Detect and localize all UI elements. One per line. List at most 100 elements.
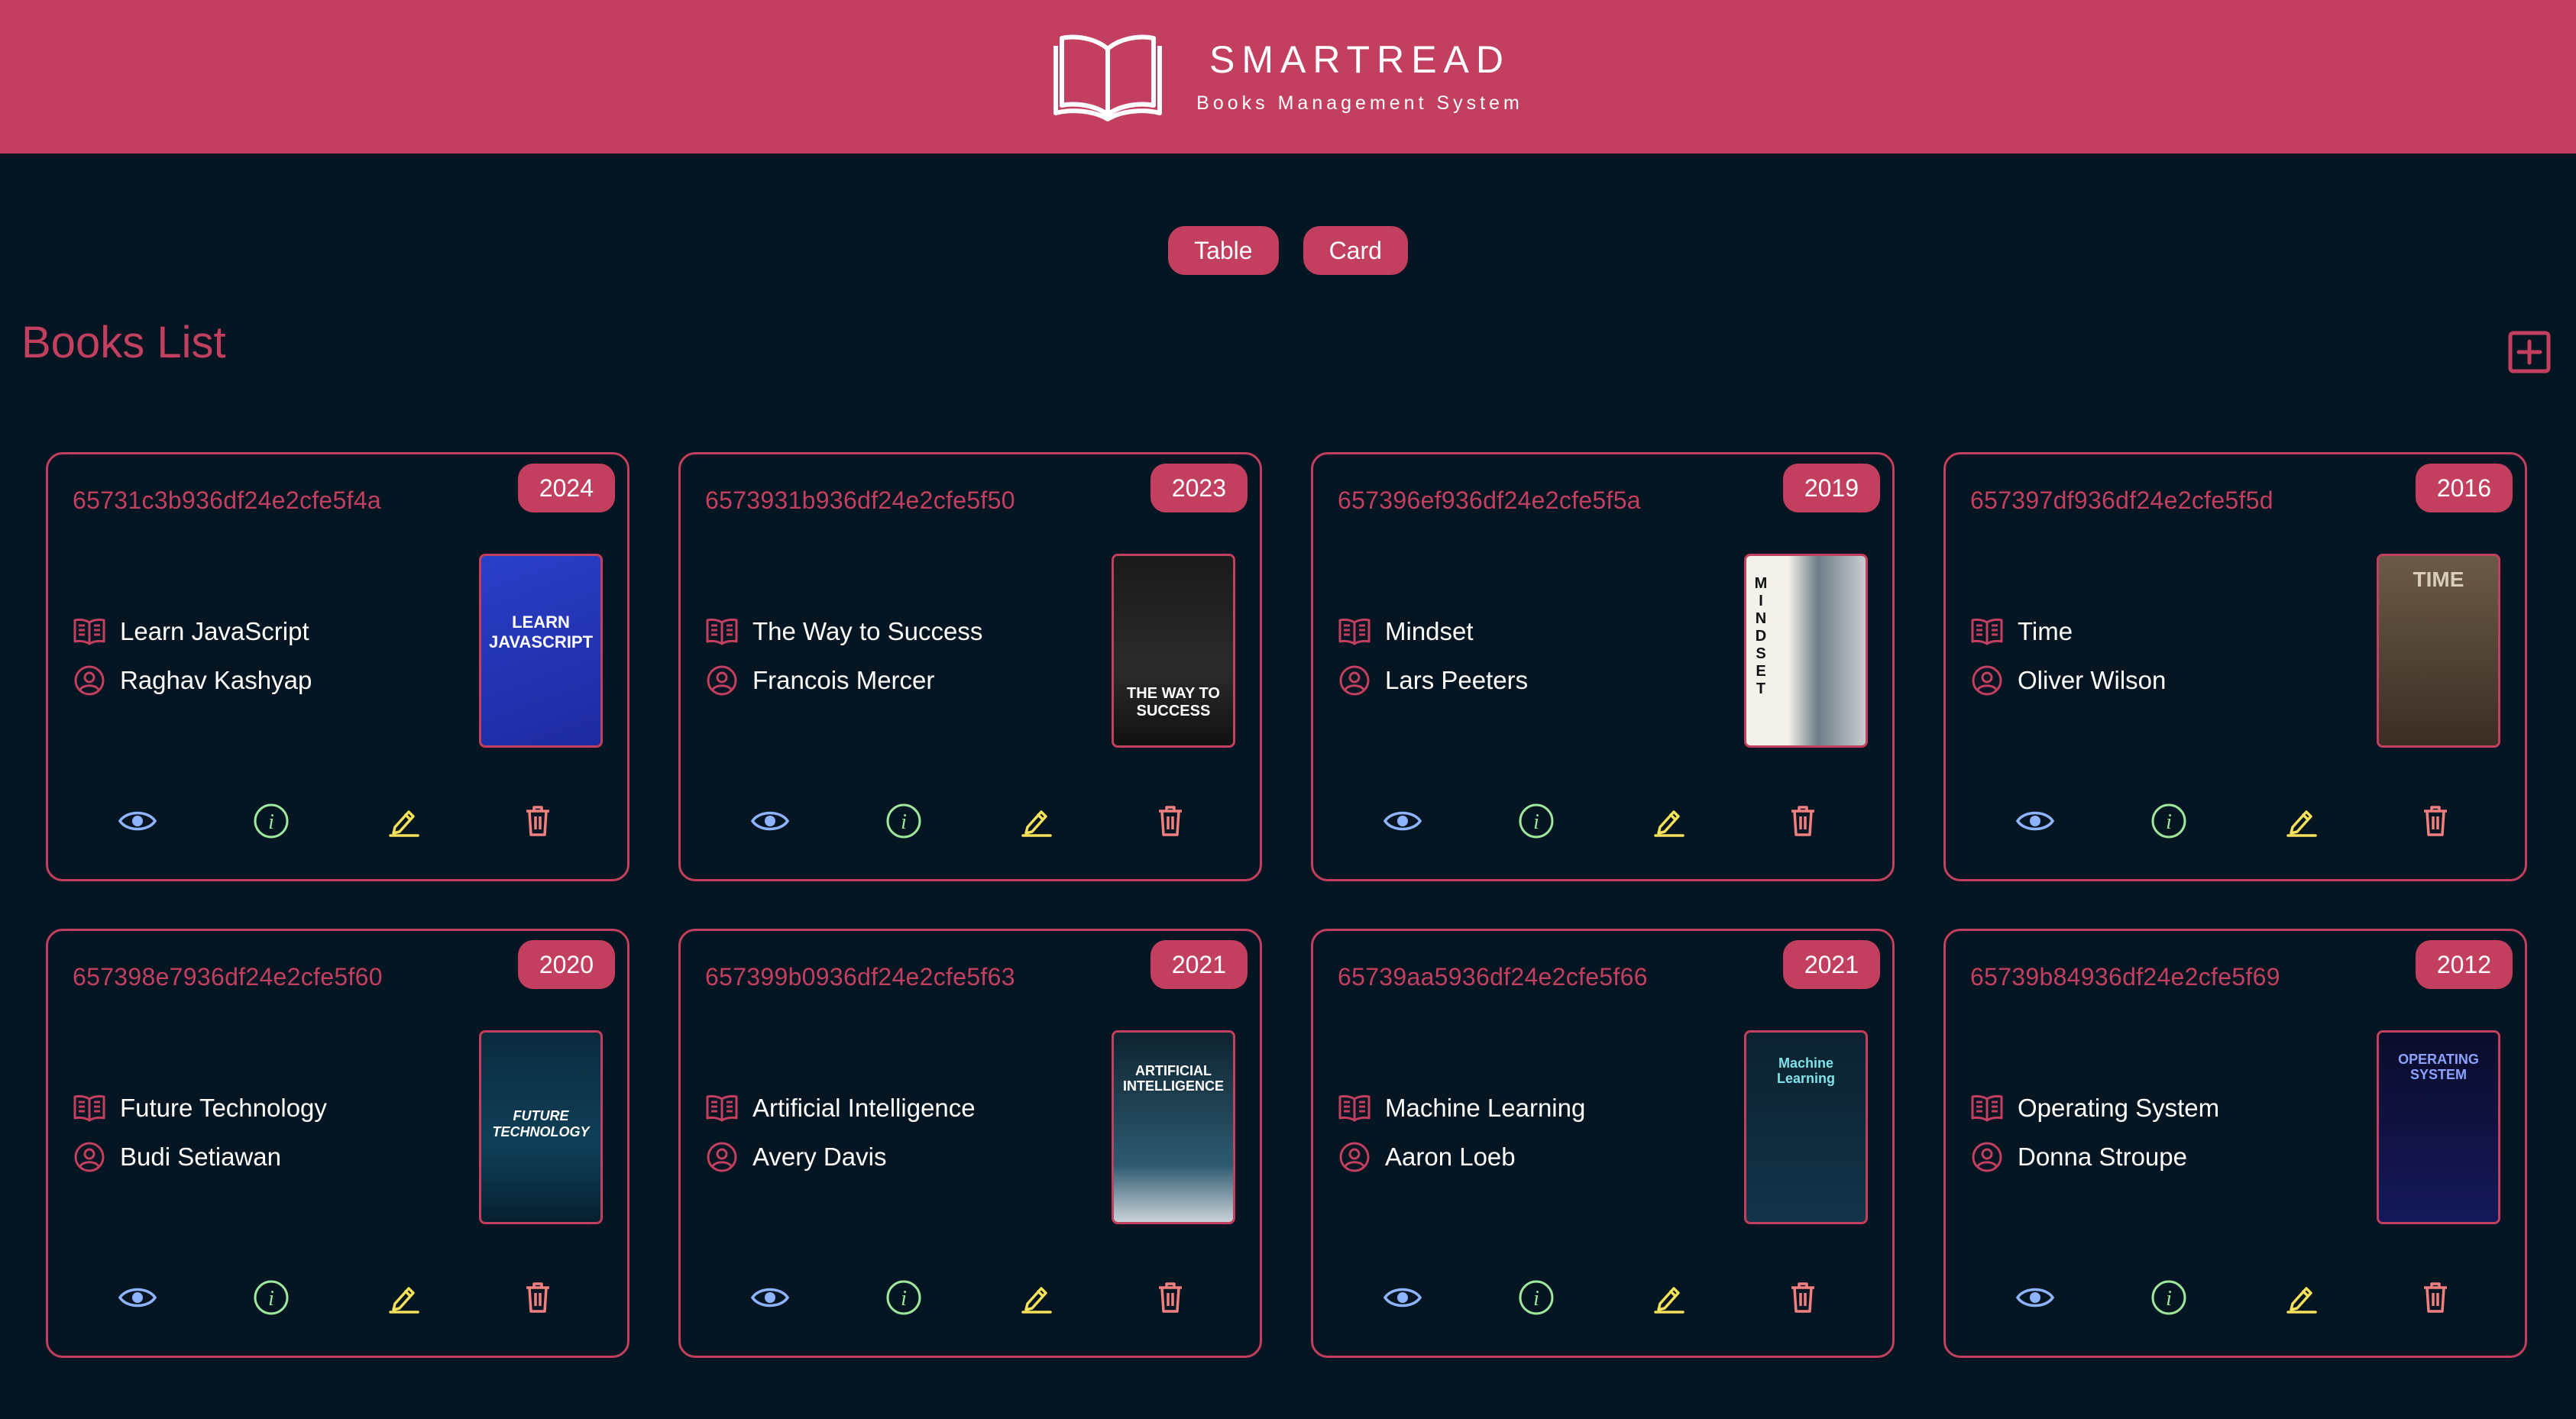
user-circle-icon xyxy=(1338,664,1371,697)
book-author-row: Oliver Wilson xyxy=(1970,656,2166,705)
delete-button[interactable] xyxy=(2411,1273,2460,1322)
delete-button[interactable] xyxy=(1146,1273,1195,1322)
book-title: The Way to Success xyxy=(752,617,983,645)
book-card: 2016 657397df936df24e2cfe5f5d Time Olive… xyxy=(1943,452,2527,881)
publish-year-badge: 2024 xyxy=(517,464,615,512)
pencil-icon xyxy=(2286,1287,2317,1314)
info-button[interactable]: i xyxy=(879,797,928,845)
card-actions: i xyxy=(48,797,627,845)
table-view-button[interactable]: Table xyxy=(1168,226,1279,275)
book-info: Time Oliver Wilson xyxy=(1970,607,2166,705)
info-button[interactable]: i xyxy=(247,797,296,845)
view-button[interactable] xyxy=(1378,1273,1427,1322)
book-icon xyxy=(73,615,106,648)
eye-icon xyxy=(1383,811,1422,831)
eye-icon xyxy=(2016,811,2055,831)
edit-button[interactable] xyxy=(380,797,429,845)
cover-title: ARTIFICIAL INTELLIGENCE xyxy=(1122,1062,1224,1094)
edit-button[interactable] xyxy=(1645,1273,1694,1322)
view-toggle: Table Card xyxy=(0,226,2576,275)
book-icon xyxy=(705,615,739,648)
trash-icon xyxy=(1158,806,1182,836)
cover-title: TIME xyxy=(2413,567,2464,591)
info-button[interactable]: i xyxy=(879,1273,928,1322)
publish-year-badge: 2021 xyxy=(1782,940,1880,989)
book-title-row: Future Technology xyxy=(73,1084,327,1133)
book-title-row: Artificial Intelligence xyxy=(705,1084,976,1133)
card-actions: i xyxy=(1313,797,1892,845)
view-button[interactable] xyxy=(746,797,794,845)
edit-button[interactable] xyxy=(380,1273,429,1322)
info-circle-icon: i xyxy=(2151,803,2186,839)
info-button[interactable]: i xyxy=(1512,797,1561,845)
book-card: 2012 65739b84936df24e2cfe5f69 Operating … xyxy=(1943,929,2527,1358)
view-button[interactable] xyxy=(746,1273,794,1322)
edit-button[interactable] xyxy=(1645,797,1694,845)
view-button[interactable] xyxy=(2011,1273,2060,1322)
publish-year-badge: 2020 xyxy=(517,940,615,989)
add-book-button[interactable] xyxy=(2507,330,2552,374)
book-id: 657397df936df24e2cfe5f5d xyxy=(1970,486,2273,514)
book-cover-image: TIME xyxy=(2377,554,2500,748)
book-info: Mindset Lars Peeters xyxy=(1338,607,1528,705)
card-view-button[interactable]: Card xyxy=(1303,226,1408,275)
eye-icon xyxy=(751,811,790,831)
trash-icon xyxy=(526,1282,549,1313)
pencil-icon xyxy=(389,1287,419,1314)
book-id: 657396ef936df24e2cfe5f5a xyxy=(1338,486,1641,514)
page-title: Books List xyxy=(21,318,226,367)
view-button[interactable] xyxy=(2011,797,2060,845)
book-author: Raghav Kashyap xyxy=(120,666,312,694)
card-actions: i xyxy=(1946,797,2525,845)
brand-text: SMARTREAD Books Management System xyxy=(1196,40,1523,113)
user-circle-icon xyxy=(705,664,739,697)
cover-title: MINDSET xyxy=(1754,574,1771,697)
delete-button[interactable] xyxy=(513,1273,562,1322)
book-id: 65731c3b936df24e2cfe5f4a xyxy=(73,486,382,514)
delete-button[interactable] xyxy=(1778,1273,1827,1322)
pencil-icon xyxy=(1654,810,1684,837)
view-button[interactable] xyxy=(113,797,162,845)
info-button[interactable]: i xyxy=(247,1273,296,1322)
svg-text:i: i xyxy=(2166,1287,2172,1311)
edit-button[interactable] xyxy=(2277,797,2326,845)
trash-icon xyxy=(526,806,549,836)
brand: SMARTREAD Books Management System xyxy=(1053,32,1523,122)
edit-button[interactable] xyxy=(1012,797,1061,845)
book-id: 65739aa5936df24e2cfe5f66 xyxy=(1338,963,1648,991)
book-card: 2021 657399b0936df24e2cfe5f63 Artificial… xyxy=(678,929,1262,1358)
book-cover-image: FUTURE TECHNOLOGY xyxy=(479,1030,603,1224)
info-button[interactable]: i xyxy=(2144,1273,2193,1322)
view-button[interactable] xyxy=(113,1273,162,1322)
cover-title: OPERATING SYSTEM xyxy=(2398,1051,2479,1083)
book-author-row: Aaron Loeb xyxy=(1338,1133,1585,1181)
info-button[interactable]: i xyxy=(2144,797,2193,845)
view-button[interactable] xyxy=(1378,797,1427,845)
book-card: 2023 6573931b936df24e2cfe5f50 The Way to… xyxy=(678,452,1262,881)
user-circle-icon xyxy=(1970,1140,2004,1174)
info-button[interactable]: i xyxy=(1512,1273,1561,1322)
delete-button[interactable] xyxy=(513,797,562,845)
user-circle-icon xyxy=(73,664,106,697)
info-circle-icon: i xyxy=(886,803,921,839)
delete-button[interactable] xyxy=(1778,797,1827,845)
book-author-row: Budi Setiawan xyxy=(73,1133,327,1181)
book-title: Future Technology xyxy=(120,1094,327,1122)
book-icon xyxy=(705,1091,739,1125)
delete-button[interactable] xyxy=(2411,797,2460,845)
book-icon xyxy=(1970,615,2004,648)
card-actions: i xyxy=(681,797,1260,845)
books-grid: 2024 65731c3b936df24e2cfe5f4a Learn Java… xyxy=(46,452,2527,1358)
delete-button[interactable] xyxy=(1146,797,1195,845)
svg-text:i: i xyxy=(2166,810,2172,834)
book-title-row: Time xyxy=(1970,607,2166,656)
info-circle-icon: i xyxy=(886,1280,921,1315)
book-author-row: Francois Mercer xyxy=(705,656,982,705)
edit-button[interactable] xyxy=(1012,1273,1061,1322)
eye-icon xyxy=(751,1288,790,1307)
svg-text:i: i xyxy=(901,1287,907,1311)
publish-year-badge: 2023 xyxy=(1150,464,1248,512)
edit-button[interactable] xyxy=(2277,1273,2326,1322)
book-title-row: Mindset xyxy=(1338,607,1528,656)
book-icon xyxy=(73,1091,106,1125)
